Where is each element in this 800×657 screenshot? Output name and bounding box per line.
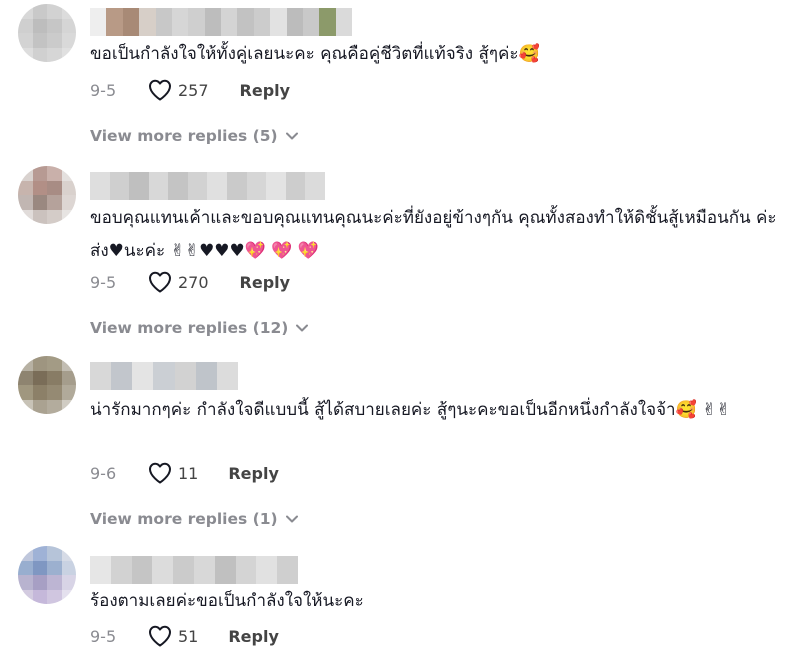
like-button[interactable]: 11: [148, 462, 198, 484]
view-more-replies-button[interactable]: View more replies (12): [90, 314, 309, 342]
avatar[interactable]: [18, 546, 76, 604]
comment-item: ขอบคุณแทนเค้าและขอบคุณแทนคุณนะค่ะที่ยังอ…: [0, 160, 800, 350]
comment-text: น่ารักมากๆค่ะ กำลังใจดีแบบนี้ สู้ได้สบาย…: [90, 400, 731, 420]
reply-button[interactable]: Reply: [240, 273, 291, 292]
comment-text: ขอบคุณแทนเค้าและขอบคุณแทนคุณนะค่ะที่ยังอ…: [90, 208, 777, 261]
username-blurred[interactable]: [90, 8, 352, 36]
view-more-label: View more replies (12): [90, 319, 289, 337]
heart-outline-icon: [149, 625, 171, 647]
comment-date: 9-5: [90, 272, 117, 292]
view-more-label: View more replies (1): [90, 510, 278, 528]
avatar[interactable]: [18, 4, 76, 62]
comment-meta: 9-6 11 Reply: [90, 458, 279, 488]
view-more-label: View more replies (5): [90, 127, 278, 145]
like-button[interactable]: 51: [148, 625, 198, 647]
like-count: 257: [178, 80, 209, 100]
comment-meta: 9-5 270 Reply: [90, 267, 290, 297]
comment-item: ร้องตามเลยค่ะขอเป็นกำลังใจให้นะคะ 9-5 51…: [0, 540, 800, 657]
comment-text: ขอเป็นกำลังใจให้ทั้งคู่เลยนะคะ คุณคือคู่…: [90, 44, 540, 64]
view-more-replies-button[interactable]: View more replies (1): [90, 505, 298, 533]
comment-item: ขอเป็นกำลังใจให้ทั้งคู่เลยนะคะ คุณคือคู่…: [0, 0, 800, 160]
username-blurred[interactable]: [90, 172, 325, 200]
chevron-down-icon: [285, 515, 298, 523]
comment-item: น่ารักมากๆค่ะ กำลังใจดีแบบนี้ สู้ได้สบาย…: [0, 350, 800, 540]
avatar[interactable]: [18, 356, 76, 414]
username-blurred[interactable]: [90, 362, 238, 390]
reply-button[interactable]: Reply: [240, 81, 291, 100]
like-count: 270: [178, 272, 209, 292]
reply-button[interactable]: Reply: [228, 627, 279, 646]
username-blurred[interactable]: [90, 556, 298, 584]
chevron-down-icon: [296, 324, 309, 332]
heart-outline-icon: [149, 462, 171, 484]
chevron-down-icon: [285, 132, 298, 140]
like-count: 11: [178, 463, 199, 483]
view-more-replies-button[interactable]: View more replies (5): [90, 122, 298, 150]
comment-meta: 9-5 257 Reply: [90, 75, 290, 105]
like-count: 51: [178, 626, 199, 646]
heart-outline-icon: [149, 79, 171, 101]
like-button[interactable]: 270: [148, 271, 209, 293]
avatar[interactable]: [18, 166, 76, 224]
comment-date: 9-5: [90, 80, 117, 100]
comment-date: 9-5: [90, 626, 117, 646]
like-button[interactable]: 257: [148, 79, 209, 101]
comment-text: ร้องตามเลยค่ะขอเป็นกำลังใจให้นะคะ: [90, 591, 364, 611]
reply-button[interactable]: Reply: [228, 464, 279, 483]
comment-meta: 9-5 51 Reply: [90, 621, 279, 651]
comment-date: 9-6: [90, 463, 117, 483]
heart-outline-icon: [149, 271, 171, 293]
